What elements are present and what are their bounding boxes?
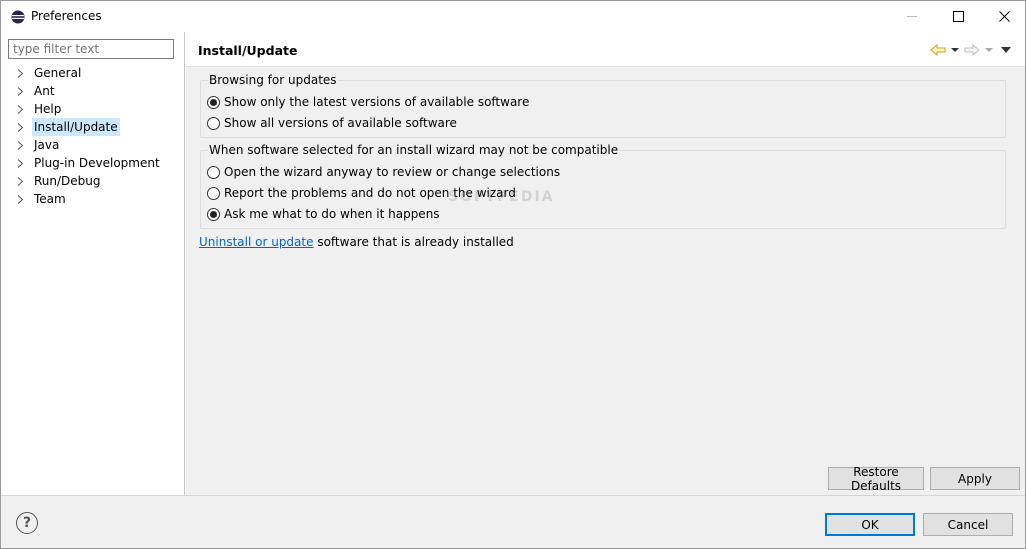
cancel-button[interactable]: Cancel <box>923 513 1013 536</box>
radio-ask-me[interactable]: Ask me what to do when it happens <box>207 206 440 222</box>
radio-button[interactable] <box>207 207 220 221</box>
watermark: SOFTPEDIA <box>448 189 555 205</box>
radio-open-wizard[interactable]: Open the wizard anyway to review or chan… <box>207 164 560 180</box>
maximize-button[interactable] <box>935 1 981 32</box>
radio-label: Ask me what to do when it happens <box>224 207 440 221</box>
group-label: Browsing for updates <box>208 73 338 87</box>
tree-item-label: Ant <box>34 84 55 98</box>
preference-tree-pane: General Ant Help Install/Update Java Plu… <box>1 32 185 495</box>
tree-item-run-debug[interactable]: Run/Debug <box>1 172 185 190</box>
tree-item-label: General <box>34 66 82 80</box>
dialog-footer: ? OK Cancel <box>1 495 1025 548</box>
close-button[interactable] <box>981 1 1026 32</box>
tree-item-label: Run/Debug <box>34 174 101 188</box>
tree-item-label: Install/Update <box>32 118 120 136</box>
eclipse-icon <box>11 10 25 24</box>
radio-button[interactable] <box>207 165 220 179</box>
tree-item-label: Plug-in Development <box>34 156 160 170</box>
back-dropdown-icon[interactable] <box>951 47 959 53</box>
group-label: When software selected for an install wi… <box>208 143 620 157</box>
radio-label: Show all versions of available software <box>224 116 457 130</box>
tree-item-label: Java <box>34 138 60 152</box>
forward-button[interactable] <box>961 42 983 58</box>
back-button[interactable] <box>927 42 949 58</box>
radio-button[interactable] <box>207 186 220 200</box>
title-bar: Preferences <box>1 1 1025 32</box>
page-title: Install/Update <box>198 43 298 58</box>
ok-button[interactable]: OK <box>825 513 915 536</box>
uninstall-link[interactable]: Uninstall or update <box>199 235 314 249</box>
preference-tree: General Ant Help Install/Update Java Plu… <box>1 64 185 208</box>
minimize-button[interactable] <box>889 1 935 32</box>
page-navigation <box>927 42 1017 58</box>
help-icon[interactable]: ? <box>16 512 38 534</box>
tree-item-ant[interactable]: Ant <box>1 82 185 100</box>
forward-arrow-icon <box>964 44 980 56</box>
window-title: Preferences <box>31 9 102 23</box>
preferences-window: Preferences General Ant Help <box>0 0 1026 549</box>
tree-item-label: Team <box>34 192 66 206</box>
chevron-right-icon[interactable] <box>16 87 25 96</box>
radio-button[interactable] <box>207 116 220 130</box>
tree-item-install-update[interactable]: Install/Update <box>1 118 185 136</box>
tree-item-java[interactable]: Java <box>1 136 185 154</box>
chevron-right-icon[interactable] <box>16 69 25 78</box>
chevron-right-icon[interactable] <box>16 141 25 150</box>
view-menu-button[interactable] <box>995 42 1017 58</box>
uninstall-line: Uninstall or update software that is alr… <box>199 235 514 249</box>
chevron-right-icon[interactable] <box>16 105 25 114</box>
back-arrow-icon <box>930 44 946 56</box>
apply-button[interactable]: Apply <box>930 467 1020 490</box>
view-menu-icon <box>1001 47 1011 53</box>
browsing-for-updates-group: Browsing for updates Show only the lates… <box>200 73 1006 138</box>
radio-button[interactable] <box>207 95 220 109</box>
filter-input[interactable] <box>8 39 174 59</box>
close-icon <box>998 11 1010 22</box>
maximize-icon <box>952 11 964 22</box>
chevron-right-icon[interactable] <box>16 195 25 204</box>
compatibility-group: When software selected for an install wi… <box>200 143 1006 229</box>
radio-show-latest[interactable]: Show only the latest versions of availab… <box>207 94 529 110</box>
chevron-right-icon[interactable] <box>16 123 25 132</box>
page-header: Install/Update <box>186 32 1025 67</box>
forward-dropdown-icon[interactable] <box>985 47 993 53</box>
minimize-icon <box>906 16 917 17</box>
radio-label: Open the wizard anyway to review or chan… <box>224 165 561 179</box>
tree-item-general[interactable]: General <box>1 64 185 82</box>
radio-label: Show only the latest versions of availab… <box>224 95 530 109</box>
uninstall-suffix: software that is already installed <box>313 235 514 249</box>
tree-item-team[interactable]: Team <box>1 190 185 208</box>
radio-show-all[interactable]: Show all versions of available software <box>207 115 457 131</box>
tree-item-label: Help <box>34 102 62 116</box>
restore-defaults-button[interactable]: Restore Defaults <box>828 465 924 493</box>
tree-item-plugin-development[interactable]: Plug-in Development <box>1 154 185 172</box>
chevron-right-icon[interactable] <box>16 177 25 186</box>
preference-page: Install/Update Browsing for updates Show <box>186 32 1025 495</box>
tree-item-help[interactable]: Help <box>1 100 185 118</box>
chevron-right-icon[interactable] <box>16 159 25 168</box>
